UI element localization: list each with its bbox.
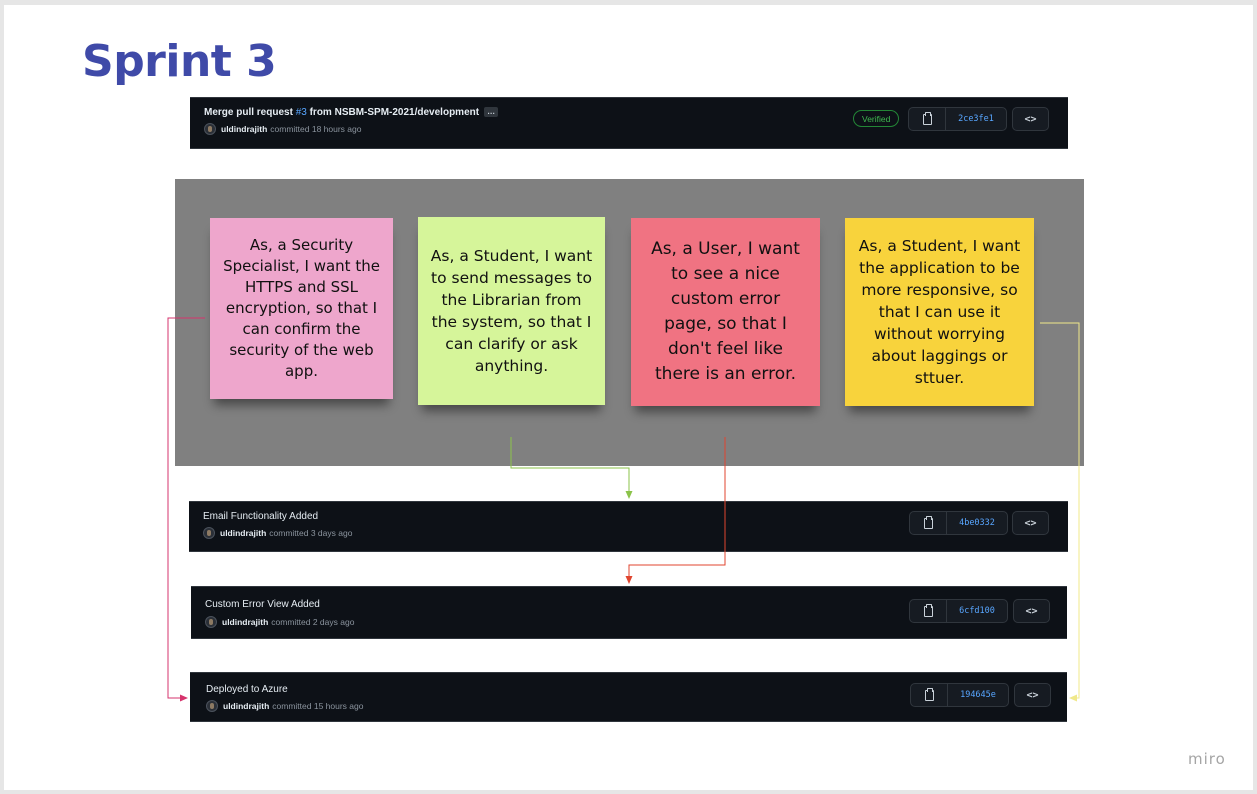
commit-sha-link[interactable]: 2ce3fe1	[946, 108, 1006, 130]
commit-time: committed 15 hours ago	[272, 701, 364, 711]
sticky-note-text: As, a Student, I want the application to…	[858, 237, 1021, 387]
commit-meta: uldindrajith committed 18 hours ago	[204, 123, 361, 135]
verified-badge[interactable]: Verified	[853, 110, 900, 127]
commit-message[interactable]: Deployed to Azure	[206, 684, 288, 695]
sticky-note-text: As, a Security Specialist, I want the HT…	[223, 236, 380, 380]
copy-sha-button[interactable]	[911, 684, 948, 706]
commit-meta: uldindrajith committed 3 days ago	[203, 527, 352, 539]
commit-time: committed 3 days ago	[269, 528, 353, 538]
commit-row-email[interactable]: Email Functionality Added uldindrajith c…	[189, 501, 1068, 552]
avatar[interactable]	[203, 527, 215, 539]
commit-time: committed 2 days ago	[271, 617, 355, 627]
avatar[interactable]	[204, 123, 216, 135]
sha-button-group: 194645e	[910, 683, 1009, 707]
author-link[interactable]: uldindrajith	[222, 617, 268, 627]
sha-button-group: 4be0332	[909, 511, 1008, 535]
commit-row-error-view[interactable]: Custom Error View Added uldindrajith com…	[191, 586, 1067, 639]
commit-sha-link[interactable]: 6cfd100	[947, 600, 1007, 622]
sticky-note-responsive[interactable]: As, a Student, I want the application to…	[845, 218, 1034, 406]
avatar[interactable]	[206, 700, 218, 712]
clipboard-icon	[923, 603, 933, 617]
sticky-note-text: As, a Student, I want to send messages t…	[430, 247, 593, 375]
commit-message[interactable]: Custom Error View Added	[205, 599, 320, 610]
clipboard-icon	[924, 687, 934, 701]
sticky-note-security[interactable]: As, a Security Specialist, I want the HT…	[210, 218, 393, 399]
clipboard-icon	[922, 111, 932, 125]
commit-message[interactable]: Merge pull request #3 from NSBM-SPM-2021…	[204, 107, 499, 118]
commit-sha-link[interactable]: 194645e	[948, 684, 1008, 706]
commit-meta: uldindrajith committed 15 hours ago	[206, 700, 363, 712]
avatar[interactable]	[205, 616, 217, 628]
commit-message-suffix: from NSBM-SPM-2021/development	[306, 107, 480, 118]
miro-watermark-logo: miro	[1188, 750, 1226, 768]
sha-button-group: 2ce3fe1	[908, 107, 1007, 131]
commit-message-text: Merge pull request	[204, 107, 296, 118]
author-link[interactable]: uldindrajith	[221, 124, 267, 134]
copy-sha-button[interactable]	[910, 512, 947, 534]
commit-sha-link[interactable]: 4be0332	[947, 512, 1007, 534]
pull-request-link[interactable]: #3	[296, 107, 307, 118]
sticky-note-messages[interactable]: As, a Student, I want to send messages t…	[418, 217, 605, 405]
author-link[interactable]: uldindrajith	[223, 701, 269, 711]
page-title: Sprint 3	[82, 36, 277, 87]
author-link[interactable]: uldindrajith	[220, 528, 266, 538]
browse-repo-button[interactable]: <>	[1012, 107, 1049, 131]
copy-sha-button[interactable]	[910, 600, 947, 622]
commit-meta: uldindrajith committed 2 days ago	[205, 616, 354, 628]
sticky-note-error-page[interactable]: As, a User, I want to see a nice custom …	[631, 218, 820, 406]
browse-repo-button[interactable]: <>	[1013, 599, 1050, 623]
clipboard-icon	[923, 515, 933, 529]
sha-button-group: 6cfd100	[909, 599, 1008, 623]
commit-row-azure[interactable]: Deployed to Azure uldindrajith committed…	[190, 672, 1067, 722]
browse-repo-button[interactable]: <>	[1012, 511, 1049, 535]
commit-row-merge[interactable]: Merge pull request #3 from NSBM-SPM-2021…	[190, 97, 1068, 149]
expand-ellipsis-button[interactable]: …	[484, 107, 499, 117]
copy-sha-button[interactable]	[909, 108, 946, 130]
browse-repo-button[interactable]: <>	[1014, 683, 1051, 707]
commit-message[interactable]: Email Functionality Added	[203, 511, 318, 522]
commit-time: committed 18 hours ago	[270, 124, 362, 134]
sticky-note-text: As, a User, I want to see a nice custom …	[651, 239, 800, 384]
